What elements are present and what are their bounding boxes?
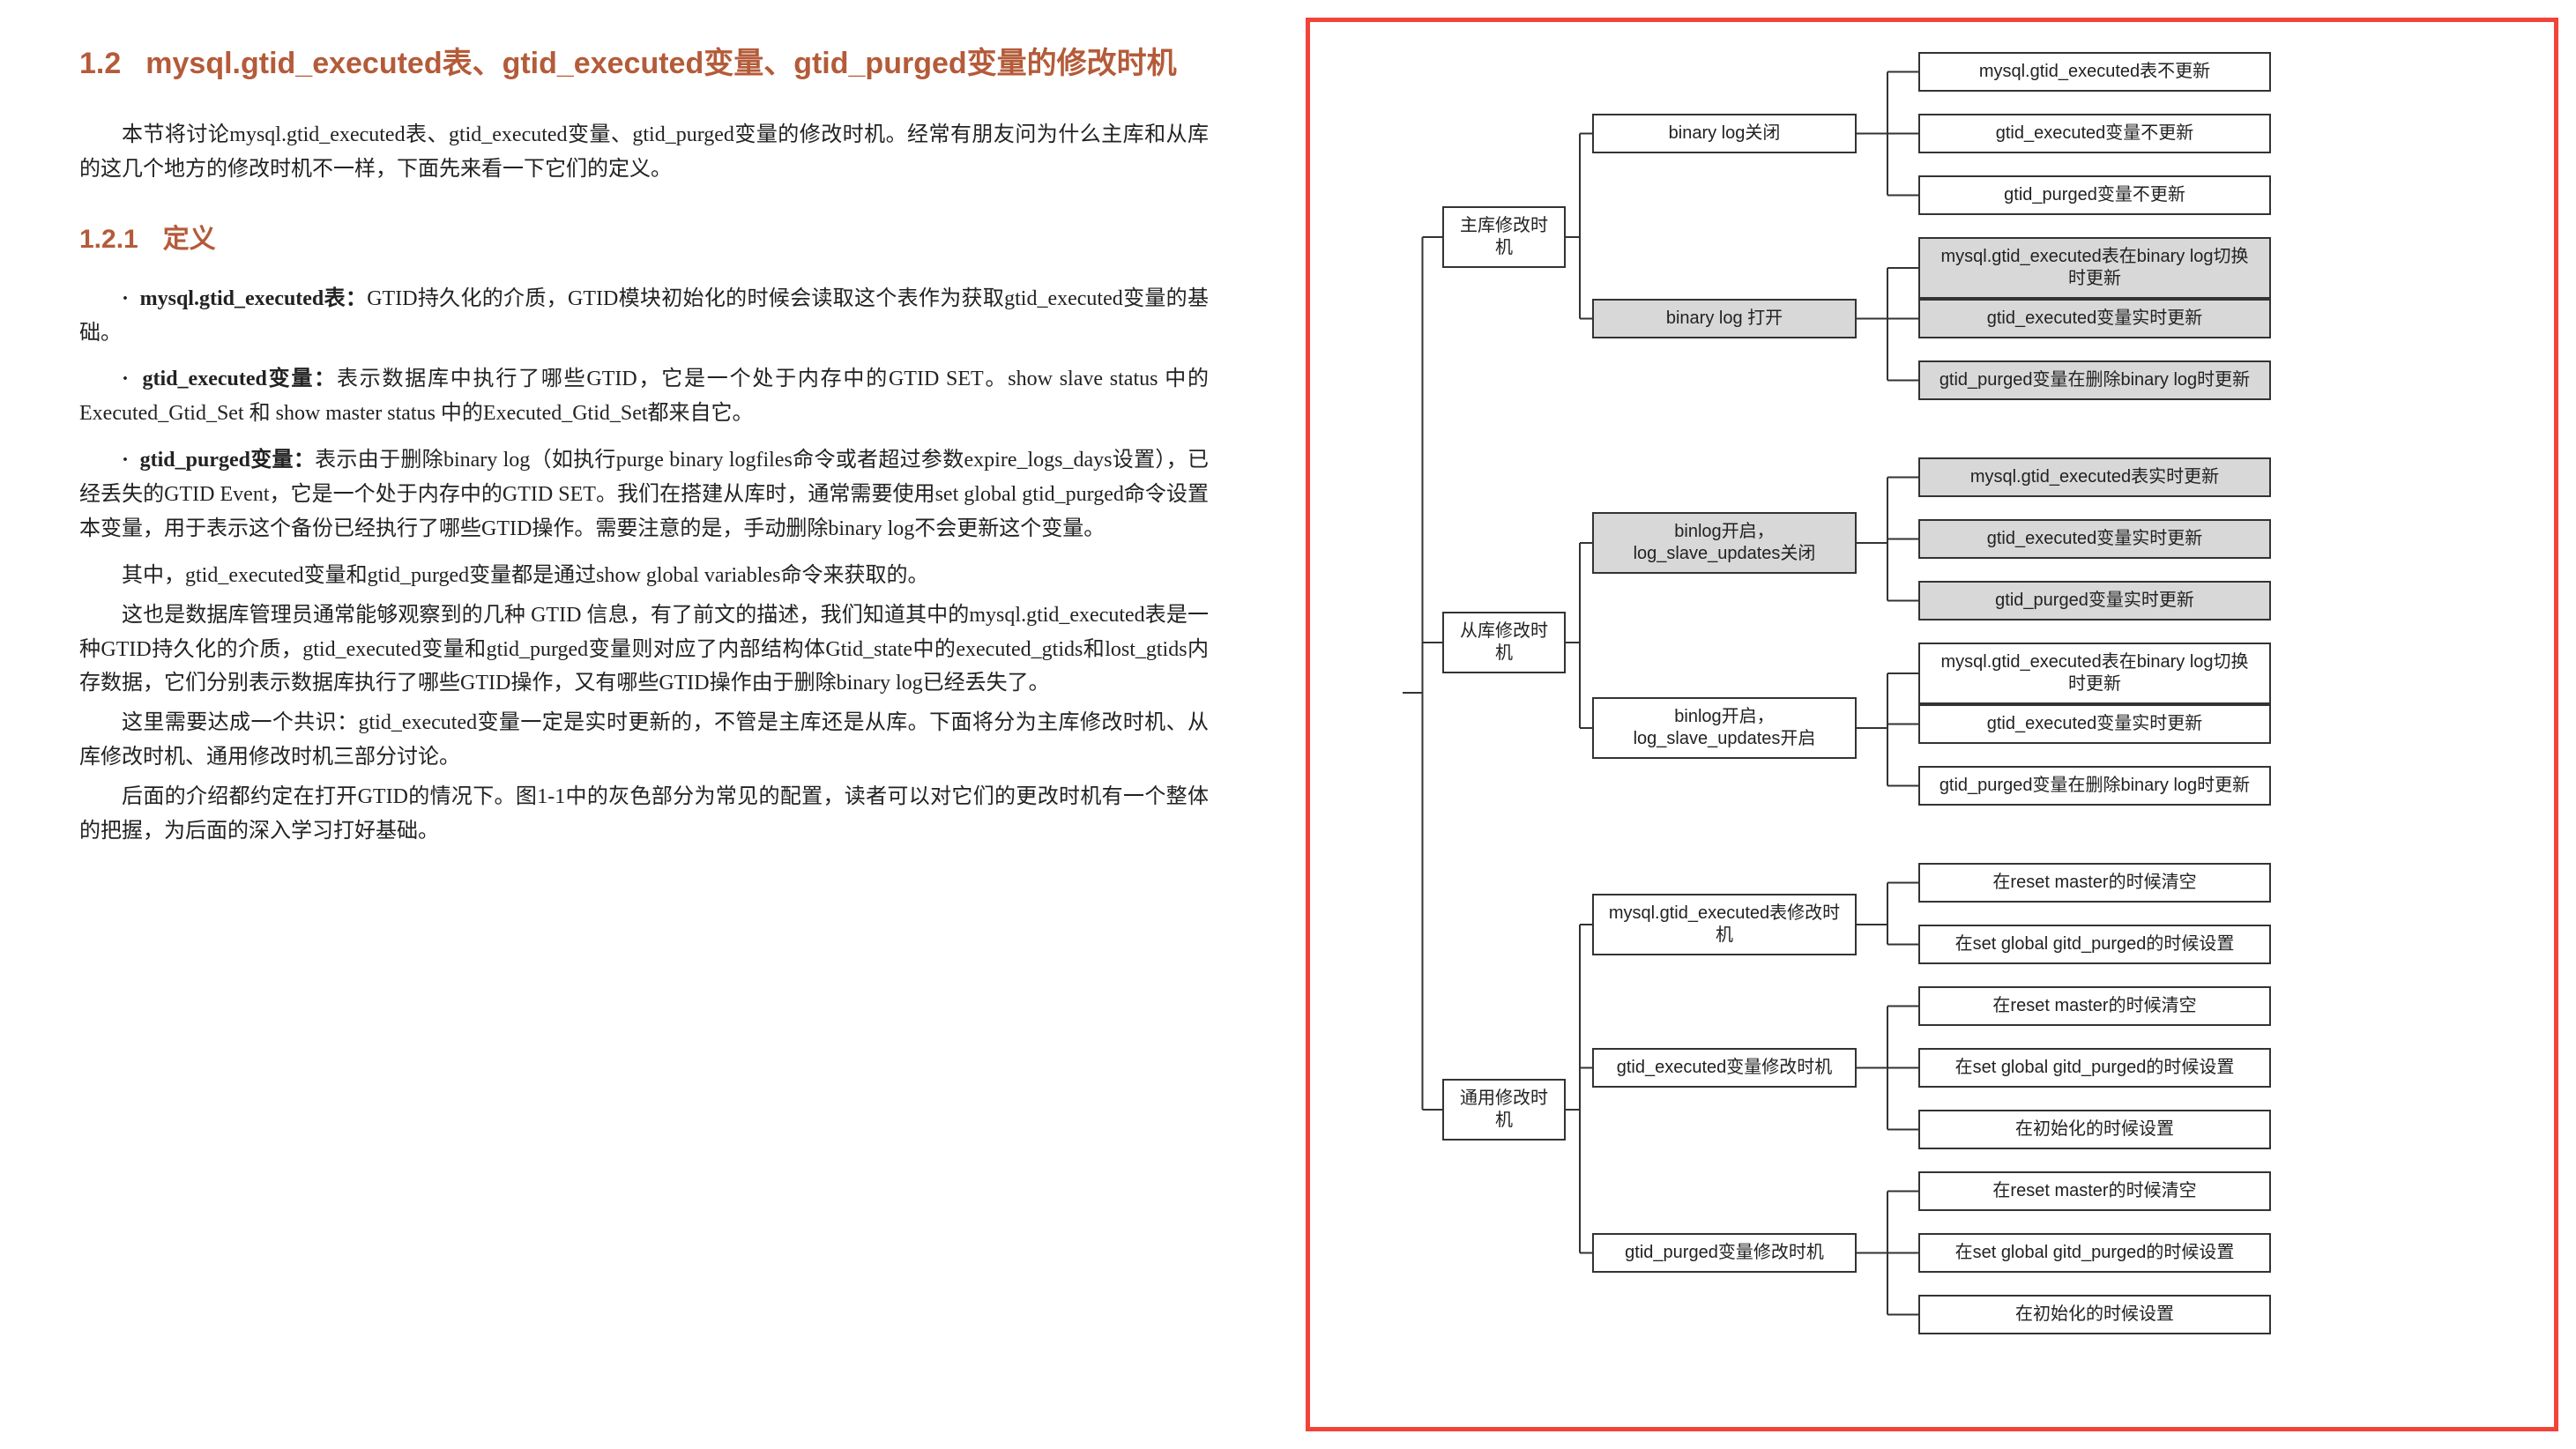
paragraph: 本节将讨论mysql.gtid_executed表、gtid_executed变… <box>79 118 1209 187</box>
tree-node: 通用修改时机 <box>1442 1079 1566 1141</box>
paragraph: 这也是数据库管理员通常能够观察到的几种 GTID 信息，有了前文的描述，我们知道… <box>79 598 1209 702</box>
tree-diagram: mysql.gtid_executed表不更新 gtid_executed变量不更… <box>1319 43 2528 1406</box>
tree-node: gtid_executed变量实时更新 <box>1918 299 2271 338</box>
tree-node: mysql.gtid_executed表不更新 <box>1918 52 2271 92</box>
subsection-number: 1.2.1 <box>79 225 138 254</box>
tree-node: 在初始化的时候设置 <box>1918 1110 2271 1149</box>
tree-node: gtid_purged变量修改时机 <box>1592 1233 1857 1273</box>
tree-node: 在set global gitd_purged的时候设置 <box>1918 1048 2271 1088</box>
section-number: 1.2 <box>79 47 121 80</box>
tree-node: 在set global gitd_purged的时候设置 <box>1918 925 2271 964</box>
tree-node: gtid_purged变量不更新 <box>1918 175 2271 215</box>
paragraph: 这里需要达成一个共识：gtid_executed变量一定是实时更新的，不管是主库… <box>79 706 1209 775</box>
tree-node: binlog开启，log_slave_updates开启 <box>1592 697 1857 759</box>
definition-item: · mysql.gtid_executed表：GTID持久化的介质，GTID模块… <box>79 282 1209 351</box>
tree-node: binlog开启，log_slave_updates关闭 <box>1592 512 1857 574</box>
tree-node: mysql.gtid_executed表在binary log切换时更新 <box>1918 643 2271 704</box>
subsection-title-text: 定义 <box>163 225 216 254</box>
tree-node: 主库修改时机 <box>1442 206 1566 268</box>
tree-node: gtid_executed变量修改时机 <box>1592 1048 1857 1088</box>
tree-node: gtid_purged变量在删除binary log时更新 <box>1918 766 2271 806</box>
figure-frame: mysql.gtid_executed表不更新 gtid_executed变量不更… <box>1306 18 2558 1431</box>
paragraph: 后面的介绍都约定在打开GTID的情况下。图1-1中的灰色部分为常见的配置，读者可… <box>79 780 1209 849</box>
section-title-text: mysql.gtid_executed表、gtid_executed变量、gti… <box>145 47 1176 80</box>
figure-pane: mysql.gtid_executed表不更新 gtid_executed变量不更… <box>1288 0 2576 1449</box>
tree-node: gtid_purged变量在删除binary log时更新 <box>1918 360 2271 400</box>
tree-node: gtid_executed变量不更新 <box>1918 114 2271 153</box>
tree-node: 在set global gitd_purged的时候设置 <box>1918 1233 2271 1273</box>
tree-node: gtid_executed变量实时更新 <box>1918 519 2271 559</box>
tree-node: gtid_purged变量实时更新 <box>1918 581 2271 620</box>
paragraph: 其中，gtid_executed变量和gtid_purged变量都是通过show… <box>79 559 1209 593</box>
definition-item: · gtid_purged变量：表示由于删除binary log（如执行purg… <box>79 443 1209 546</box>
definition-item: · gtid_executed变量：表示数据库中执行了哪些GTID，它是一个处于… <box>79 362 1209 431</box>
tree-node: mysql.gtid_executed表实时更新 <box>1918 457 2271 497</box>
tree-node: mysql.gtid_executed表在binary log切换时更新 <box>1918 237 2271 299</box>
tree-node: 在reset master的时候清空 <box>1918 986 2271 1026</box>
tree-node: 在reset master的时候清空 <box>1918 1171 2271 1211</box>
tree-node: binary log 打开 <box>1592 299 1857 338</box>
tree-node: mysql.gtid_executed表修改时机 <box>1592 894 1857 955</box>
tree-node: gtid_executed变量实时更新 <box>1918 704 2271 744</box>
subsection-heading: 1.2.1 定义 <box>79 217 1209 256</box>
text-column: 1.2 mysql.gtid_executed表、gtid_executed变量、… <box>0 0 1288 1449</box>
tree-node: binary log关闭 <box>1592 114 1857 153</box>
tree-node: 在初始化的时候设置 <box>1918 1295 2271 1334</box>
tree-node: 从库修改时机 <box>1442 612 1566 673</box>
tree-node: 在reset master的时候清空 <box>1918 863 2271 903</box>
section-heading: 1.2 mysql.gtid_executed表、gtid_executed变量、… <box>79 44 1209 85</box>
